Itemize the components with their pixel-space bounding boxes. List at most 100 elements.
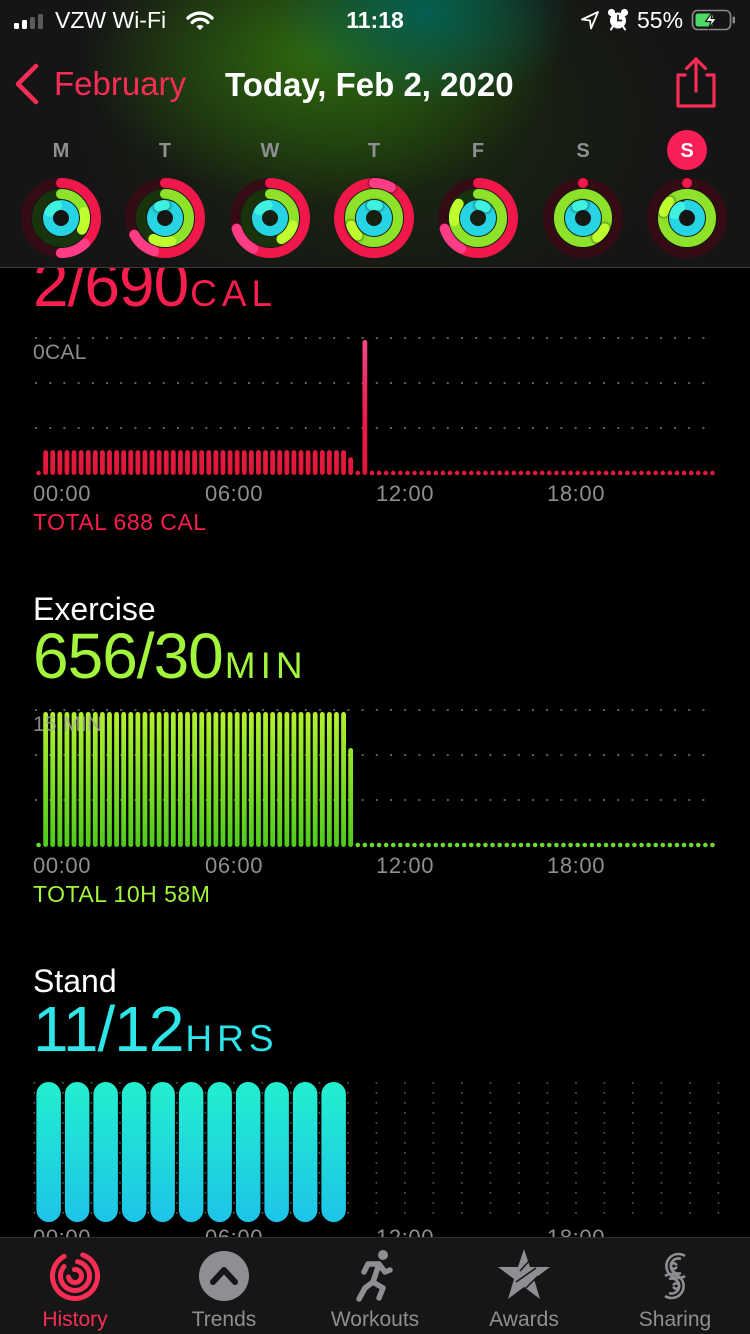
exercise-bar (178, 712, 183, 847)
share-button[interactable] (668, 54, 724, 110)
exercise-total: TOTAL 10H 58M (33, 881, 211, 907)
exercise-zero-dot (582, 842, 588, 848)
move-bar (270, 450, 276, 475)
exercise-zero-dot (625, 842, 630, 848)
move-bar (291, 450, 297, 475)
wifi-icon (186, 11, 214, 30)
move-zero-dot (426, 470, 432, 476)
exercise-zero-dot (554, 842, 559, 848)
tab-workouts[interactable]: Workouts (300, 1238, 450, 1334)
exercise-bar (192, 712, 198, 847)
exercise-zero-dot (433, 842, 439, 848)
move-total: TOTAL 688 CAL (33, 509, 207, 535)
move-zero-dot (483, 470, 488, 476)
tab-history[interactable]: History (0, 1238, 150, 1334)
move-bar (156, 450, 162, 475)
exercise-zero-dot (589, 842, 595, 848)
move-bar (234, 450, 240, 475)
move-bar (107, 450, 112, 475)
signal-bar (22, 20, 27, 29)
move-bar (206, 450, 212, 475)
day-sunday-today[interactable]: S (635, 128, 739, 264)
page-title: Today, Feb 2, 2020 (225, 66, 514, 103)
day-tuesday[interactable]: T (113, 128, 217, 264)
move-bar (43, 450, 49, 475)
move-zero-dot (490, 470, 495, 476)
exercise-bar (170, 712, 176, 847)
stand-value: 11/12HRS (33, 997, 279, 1071)
exercise-zero-dot (405, 842, 410, 848)
move-zero-dot (390, 470, 396, 476)
day-monday[interactable]: M (9, 128, 113, 264)
tab-label: Trends (191, 1308, 257, 1331)
exercise-bar (185, 712, 190, 847)
tab-bar: History Trends Workouts Awards Sharing (0, 1237, 750, 1334)
stand-bar (36, 1082, 61, 1222)
stand-chart (33, 1082, 720, 1222)
exercise-bar (256, 712, 261, 847)
back-button-label: February (54, 65, 187, 102)
move-bar (163, 450, 169, 475)
back-button[interactable]: February (10, 58, 186, 110)
exercise-bar (220, 712, 226, 847)
move-zero-dot (639, 470, 644, 476)
exercise-zero-dot (511, 842, 517, 848)
move-bar (319, 450, 325, 475)
move-zero-dot (355, 470, 361, 476)
exercise-bar (270, 712, 276, 847)
day-saturday[interactable]: S (531, 128, 635, 264)
exercise-zero-dot (688, 842, 694, 848)
stand-bar (150, 1082, 175, 1222)
move-zero-dot (674, 470, 680, 476)
activity-rings (230, 178, 310, 258)
move-zero-dot (476, 470, 481, 476)
signal-bar (14, 23, 19, 29)
trends-icon (199, 1251, 249, 1301)
move-xtick: 06:00 (205, 481, 264, 506)
exercise-zero-dot (646, 842, 651, 848)
move-xtick: 12:00 (376, 481, 435, 506)
tab-sharing[interactable]: Sharing (600, 1238, 750, 1334)
day-friday[interactable]: F (426, 128, 530, 264)
move-bar (85, 450, 91, 475)
exercise-zero-dot (695, 842, 701, 848)
day-letter: M (52, 140, 70, 162)
stand-bar (292, 1082, 318, 1222)
exercise-xtick: 00:00 (33, 853, 92, 878)
move-bar (149, 450, 155, 475)
move-zero-dot (419, 470, 424, 476)
stand-bar (207, 1082, 232, 1222)
activity-rings (647, 178, 727, 258)
move-bar (57, 450, 63, 475)
clock: 11:18 (346, 7, 404, 33)
move-bar (213, 450, 219, 475)
exercise-bar (341, 712, 346, 847)
exercise-bar (163, 712, 169, 847)
stand-bar (264, 1082, 289, 1222)
move-zero-dot (511, 470, 517, 476)
exercise-bar (305, 712, 311, 847)
move-bar (71, 450, 77, 475)
move-zero-dot (710, 470, 715, 476)
exercise-chart (35, 709, 716, 848)
exercise-zero-dot (390, 842, 396, 848)
stand-bar (235, 1082, 261, 1222)
move-zero-dot (447, 470, 453, 476)
exercise-zero-dot (710, 842, 715, 848)
stand-bar (93, 1082, 118, 1222)
signal-bar (38, 14, 43, 29)
exercise-zero-dot (603, 842, 609, 848)
day-wednesday[interactable]: W (218, 128, 322, 264)
move-bar (241, 450, 247, 475)
move-bar (121, 450, 127, 475)
day-thursday[interactable]: T (322, 128, 426, 264)
activity-rings (543, 178, 623, 258)
activity-rings (125, 178, 205, 258)
exercise-bar (334, 712, 339, 847)
exercise-bar (263, 712, 268, 847)
move-zero-dot (660, 470, 666, 476)
tab-trends[interactable]: Trends (149, 1238, 299, 1334)
exercise-zero-dot (660, 842, 666, 848)
exercise-zero-dot (426, 842, 432, 848)
tab-awards[interactable]: Awards (449, 1238, 599, 1334)
